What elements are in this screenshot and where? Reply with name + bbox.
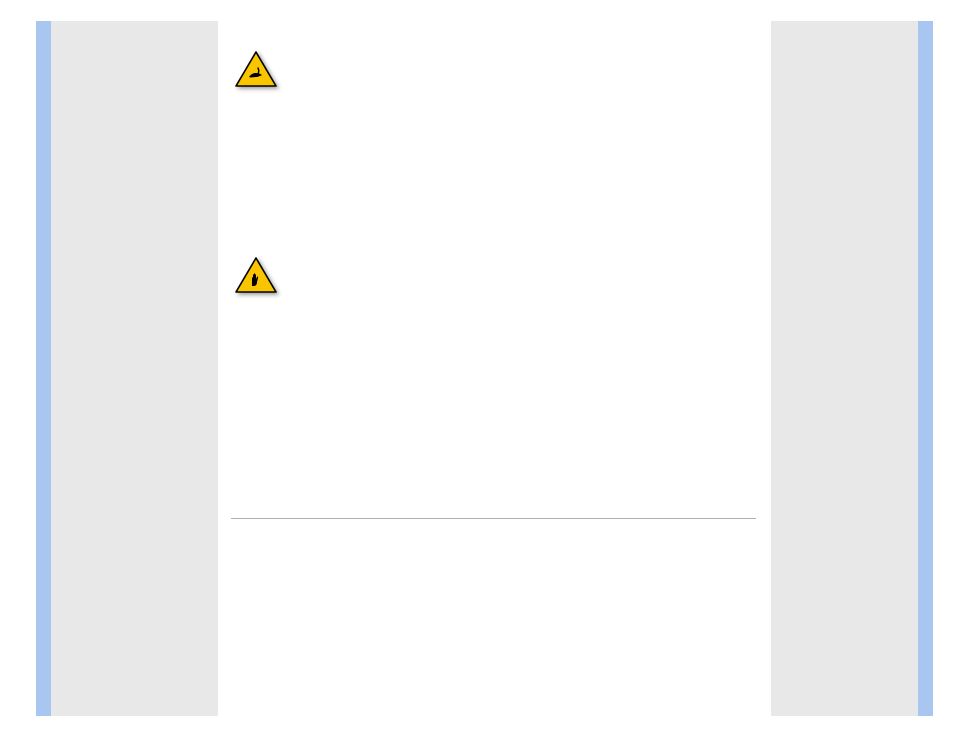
grey-sidebar-left [51,21,218,716]
blue-strip-left [36,21,51,716]
document-page [0,0,954,738]
blue-strip-right [918,21,933,716]
section-divider [231,518,756,519]
grey-sidebar-right [771,21,918,716]
caution-warning-icon [234,50,278,88]
stop-warning-icon [234,256,278,294]
main-content-area [218,21,771,716]
